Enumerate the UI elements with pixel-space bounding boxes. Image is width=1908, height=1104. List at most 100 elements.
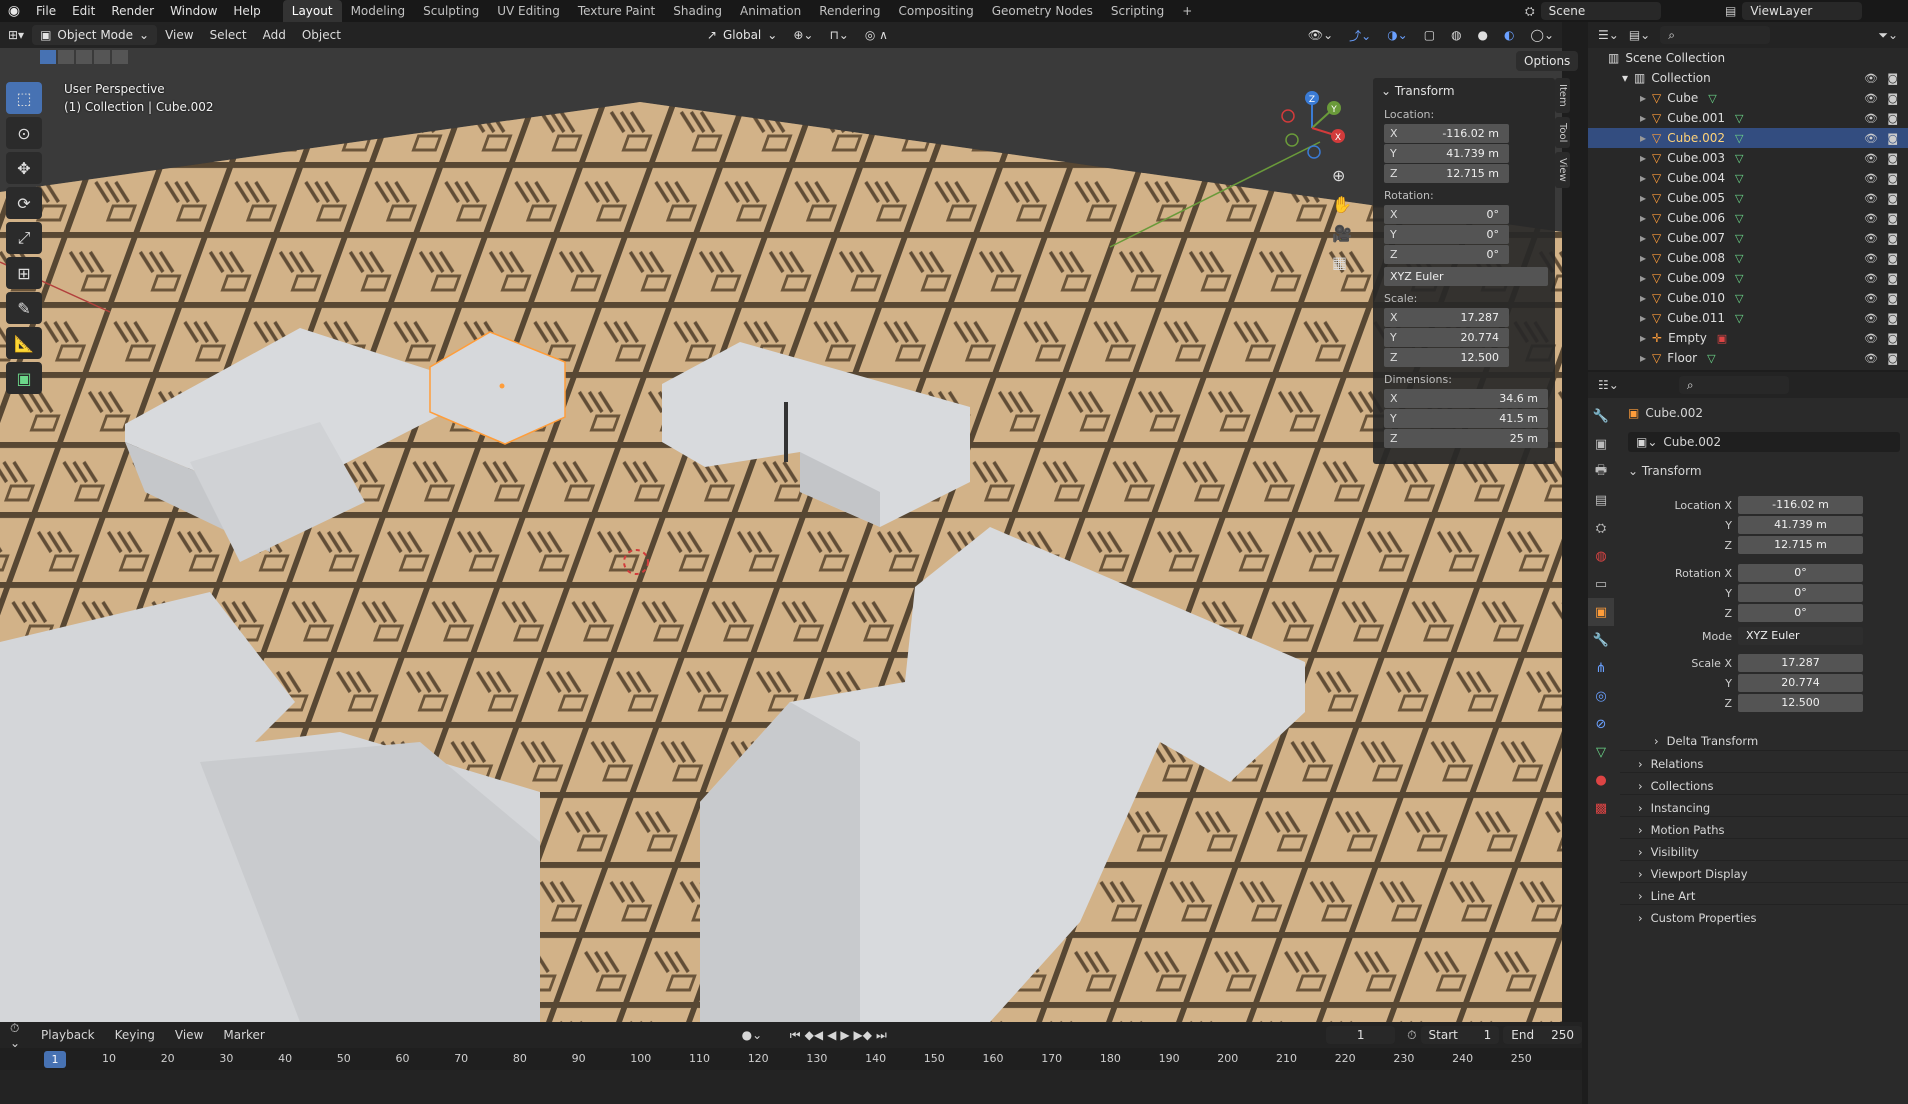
eye-icon[interactable]: 👁 [1864, 152, 1878, 165]
location-x-input[interactable]: -116.02 m [1738, 496, 1863, 514]
outliner-item[interactable]: ▸ ▽ Cube.002 ▽ 👁 ◙ [1588, 128, 1908, 148]
workspace-tab-texture-paint[interactable]: Texture Paint [569, 0, 664, 22]
camera-icon[interactable]: ◙ [1887, 232, 1898, 245]
menu-help[interactable]: Help [225, 0, 268, 22]
location-y-field[interactable]: Y 41.739 m [1384, 144, 1509, 163]
output-tab-icon[interactable]: 🖶 [1588, 458, 1614, 486]
tab-view[interactable]: View [1555, 152, 1570, 188]
measure-tool-icon[interactable]: 📐 [6, 327, 42, 359]
mode-dropdown[interactable]: ▣ Object Mode ⌄ [32, 25, 158, 45]
mesh-data-icon[interactable]: ▽ [1735, 192, 1743, 205]
next-keyframe-icon[interactable]: ▶◆ [854, 1028, 872, 1042]
modifier-tab-icon[interactable]: 🔧 [1588, 626, 1614, 654]
menu-view[interactable]: View [157, 28, 201, 42]
proportional-edit-icon[interactable]: ◎ ∧ [857, 28, 896, 42]
mesh-data-icon[interactable]: ▽ [1735, 132, 1743, 145]
rotation-mode-dropdown[interactable]: XYZ Euler [1384, 267, 1548, 286]
camera-icon[interactable]: ◙ [1887, 292, 1898, 305]
xray-icon[interactable]: ▢ [1416, 28, 1443, 42]
dimension-x-field[interactable]: X 34.6 m [1384, 389, 1548, 408]
physics-tab-icon[interactable]: ◎ [1588, 682, 1614, 710]
outliner-item[interactable]: ▸ ▽ Cube.006 ▽ 👁 ◙ [1588, 208, 1908, 228]
camera-icon[interactable]: ◙ [1887, 332, 1898, 345]
add-workspace-button[interactable]: + [1173, 0, 1201, 22]
eye-icon[interactable]: 👁 [1864, 172, 1878, 185]
workspace-tab-animation[interactable]: Animation [731, 0, 810, 22]
outliner-item[interactable]: ▸ ▽ Cube.001 ▽ 👁 ◙ [1588, 108, 1908, 128]
workspace-tab-shading[interactable]: Shading [664, 0, 731, 22]
camera-icon[interactable]: ◙ [1887, 112, 1898, 125]
tab-item[interactable]: Item [1555, 78, 1570, 113]
cursor-tool-icon[interactable]: ⊙ [6, 117, 42, 149]
location-z-input[interactable]: 12.715 m [1738, 536, 1863, 554]
menu-keying[interactable]: Keying [107, 1028, 163, 1042]
options-button[interactable]: Options [1516, 51, 1579, 71]
location-y-input[interactable]: 41.739 m [1738, 516, 1863, 534]
dimension-y-field[interactable]: Y 41.5 m [1384, 409, 1548, 428]
shading-material-icon[interactable]: ◐ [1496, 28, 1522, 42]
data-tab-icon[interactable]: ▽ [1588, 738, 1614, 766]
expand-chevron-icon[interactable]: ▸ [1640, 271, 1646, 285]
rotation-z-field[interactable]: Z 0° [1384, 245, 1509, 264]
tool-tab-icon[interactable]: 🔧 [1588, 402, 1614, 430]
constraints-tab-icon[interactable]: ⊘ [1588, 710, 1614, 738]
object-name-field[interactable]: ▣⌄ Cube.002 [1628, 432, 1900, 452]
menu-file[interactable]: File [28, 0, 64, 22]
expand-chevron-icon[interactable]: ▸ [1640, 91, 1646, 105]
workspace-tab-geometry-nodes[interactable]: Geometry Nodes [983, 0, 1102, 22]
mesh-data-icon[interactable]: ▽ [1735, 172, 1743, 185]
scene-tab-icon[interactable]: ⛭ [1588, 514, 1614, 542]
outliner-editor-icon[interactable]: ☰⌄ [1598, 28, 1619, 42]
gizmo-toggle-icon[interactable]: ⤴⌄ [1341, 27, 1379, 44]
camera-view-icon[interactable]: 🎥 [1332, 224, 1352, 243]
transform-section-header[interactable]: ⌄ Transform [1628, 464, 1702, 478]
workspace-tab-sculpting[interactable]: Sculpting [414, 0, 488, 22]
outliner-item[interactable]: ▸ ▽ Cube.009 ▽ 👁 ◙ [1588, 268, 1908, 288]
menu-playback[interactable]: Playback [33, 1028, 103, 1042]
expand-chevron-icon[interactable]: ▸ [1640, 251, 1646, 265]
menu-marker[interactable]: Marker [215, 1028, 272, 1042]
shading-rendered-icon[interactable]: ◯⌄ [1523, 28, 1562, 42]
shading-wireframe-icon[interactable]: ◍ [1443, 28, 1469, 42]
properties-editor-icon[interactable]: ☷⌄ [1598, 378, 1619, 392]
expand-chevron-icon[interactable]: ▸ [1640, 171, 1646, 185]
scale-tool-icon[interactable]: ⤢ [6, 222, 42, 254]
transform-orientation-dropdown[interactable]: ↗ Global ⌄ [699, 25, 785, 45]
add-cube-tool-icon[interactable]: ▣ [6, 362, 42, 394]
rotation-z-input[interactable]: 0° [1738, 604, 1863, 622]
menu-add[interactable]: Add [255, 28, 294, 42]
eye-icon[interactable]: 👁 [1864, 312, 1878, 325]
section-custom-properties[interactable]: › Custom Properties [1620, 904, 1908, 930]
render-tab-icon[interactable]: ▣ [1588, 430, 1614, 458]
mesh-data-icon[interactable]: ▽ [1735, 272, 1743, 285]
expand-chevron-icon[interactable]: ▸ [1640, 351, 1646, 365]
dimension-z-field[interactable]: Z 25 m [1384, 429, 1548, 448]
expand-chevron-icon[interactable]: ▸ [1640, 231, 1646, 245]
play-icon[interactable]: ▶ [840, 1028, 849, 1042]
scene-selector[interactable]: ⛭ Scene [1525, 0, 1715, 22]
expand-chevron-icon[interactable]: ▸ [1640, 311, 1646, 325]
end-frame-field[interactable]: End 250 [1503, 1026, 1583, 1044]
outliner-item[interactable]: ▸ ▽ Cube.010 ▽ 👁 ◙ [1588, 288, 1908, 308]
eye-icon[interactable]: 👁 [1864, 132, 1878, 145]
tab-tool[interactable]: Tool [1555, 116, 1570, 149]
eye-icon[interactable]: 👁 [1864, 212, 1878, 225]
blender-logo-icon[interactable]: ◉ [0, 0, 28, 22]
scale-z-field[interactable]: Z 12.500 [1384, 348, 1509, 367]
mesh-data-icon[interactable]: ▽ [1735, 312, 1743, 325]
camera-icon[interactable]: ◙ [1887, 172, 1898, 185]
outliner-item[interactable]: ▸ ✛ Empty ▣ 👁 ◙ [1588, 328, 1908, 348]
location-z-field[interactable]: Z 12.715 m [1384, 164, 1509, 183]
texture-tab-icon[interactable]: ▩ [1588, 794, 1614, 822]
rotation-y-field[interactable]: Y 0° [1384, 225, 1509, 244]
mesh-data-icon[interactable]: ▽ [1735, 252, 1743, 265]
select-new-icon[interactable] [40, 50, 56, 64]
select-extend-icon[interactable] [58, 50, 74, 64]
location-x-field[interactable]: X -116.02 m [1384, 124, 1509, 143]
menu-select[interactable]: Select [202, 28, 255, 42]
timeline-editor-icon[interactable]: ⏱⌄ [10, 1021, 29, 1050]
select-invert-icon[interactable] [94, 50, 110, 64]
eye-icon[interactable]: 👁 [1864, 192, 1878, 205]
outliner-item[interactable]: ▸ ▽ Cube.007 ▽ 👁 ◙ [1588, 228, 1908, 248]
scale-x-input[interactable]: 17.287 [1738, 654, 1863, 672]
